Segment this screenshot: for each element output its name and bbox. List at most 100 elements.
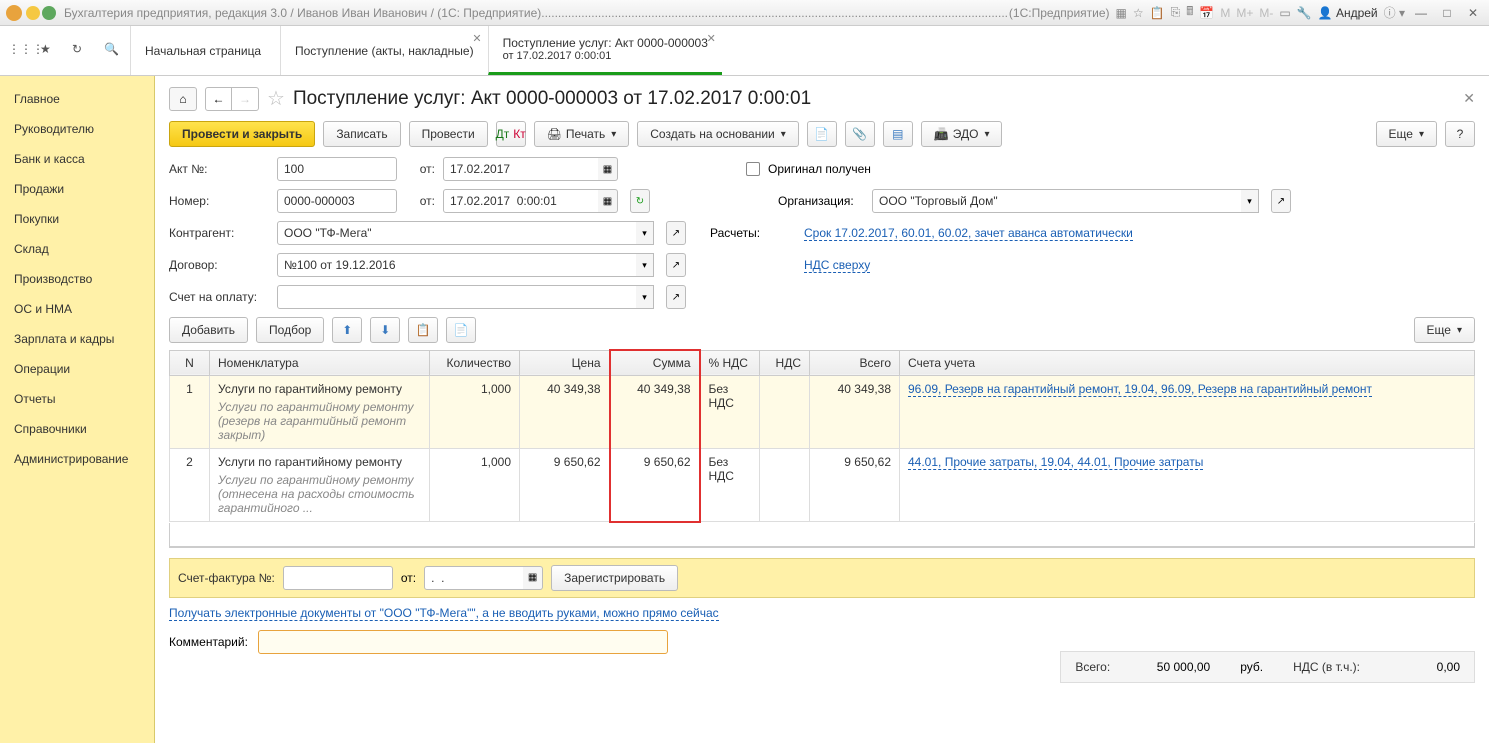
nav-production[interactable]: Производство xyxy=(0,264,154,294)
win-close-button[interactable]: ✕ xyxy=(1463,6,1483,20)
tb-icon-cal[interactable]: 📅 xyxy=(1199,6,1214,20)
schet-input[interactable] xyxy=(277,285,637,309)
page-close-button[interactable]: ✕ xyxy=(1463,90,1475,107)
schet-open-icon[interactable]: ↗ xyxy=(666,285,686,309)
number-input[interactable] xyxy=(277,189,397,213)
sf-number-input[interactable] xyxy=(283,566,393,590)
nav-fwd-icon[interactable] xyxy=(42,6,56,20)
edoc-link[interactable]: Получать электронные документы от "ООО "… xyxy=(169,606,719,621)
th-nomen[interactable]: Номенклатура xyxy=(210,350,430,376)
win-max-button[interactable]: □ xyxy=(1437,6,1457,20)
nav-reports[interactable]: Отчеты xyxy=(0,384,154,414)
nav-sales[interactable]: Продажи xyxy=(0,174,154,204)
mem-m[interactable]: M xyxy=(1220,6,1230,20)
sf-date-input[interactable] xyxy=(424,566,524,590)
th-pctnds[interactable]: % НДС xyxy=(700,350,760,376)
akt-date-calendar-icon[interactable]: ▦ xyxy=(598,157,618,181)
history-icon[interactable]: ↻ xyxy=(72,42,90,60)
doc-info-button[interactable]: ▤ xyxy=(883,121,913,147)
nav-bank[interactable]: Банк и касса xyxy=(0,144,154,174)
th-price[interactable]: Цена xyxy=(520,350,610,376)
win-min-button[interactable]: — xyxy=(1411,6,1431,20)
nav-salary[interactable]: Зарплата и кадры xyxy=(0,324,154,354)
favorite-star-icon[interactable]: ☆ xyxy=(267,86,285,111)
number-refresh-icon[interactable]: ↻ xyxy=(630,189,650,213)
dogovor-dropdown-icon[interactable]: ▾ xyxy=(636,253,654,277)
dogovor-open-icon[interactable]: ↗ xyxy=(666,253,686,277)
nav-admin[interactable]: Администрирование xyxy=(0,444,154,474)
more-button[interactable]: Еще ▾ xyxy=(1376,121,1437,147)
tb-icon-panes[interactable]: ▭ xyxy=(1279,6,1290,20)
tb-icon-tool[interactable]: 🔧 xyxy=(1297,6,1312,20)
tb-icon-4[interactable]: ⎘ xyxy=(1171,5,1181,20)
tb-icon-info[interactable]: ⓘ ▾ xyxy=(1384,4,1405,21)
register-button[interactable]: Зарегистрировать xyxy=(551,565,678,591)
number-date-input[interactable] xyxy=(443,189,599,213)
tab-home[interactable]: Начальная страница xyxy=(130,26,280,75)
apps-icon[interactable]: ⋮⋮⋮ xyxy=(8,42,26,60)
table-more-button[interactable]: Еще ▾ xyxy=(1414,317,1475,343)
post-button[interactable]: Провести xyxy=(409,121,488,147)
akt-input[interactable] xyxy=(277,157,397,181)
th-n[interactable]: N xyxy=(170,350,210,376)
favorite-icon[interactable]: ★ xyxy=(40,42,58,60)
th-total[interactable]: Всего xyxy=(810,350,900,376)
tab-receipts-close-icon[interactable]: ✕ xyxy=(472,32,481,45)
attach-list-button[interactable]: 📄 xyxy=(807,121,837,147)
org-open-icon[interactable]: ↗ xyxy=(1271,189,1291,213)
org-input[interactable] xyxy=(872,189,1242,213)
original-checkbox[interactable] xyxy=(746,162,760,176)
comment-input[interactable] xyxy=(258,630,668,654)
attach-clip-button[interactable]: 📎 xyxy=(845,121,875,147)
nav-operations[interactable]: Операции xyxy=(0,354,154,384)
print-button[interactable]: 🖨 Печать ▾ xyxy=(534,121,630,147)
table-row[interactable]: 1 Услуги по гарантийному ремонту Услуги … xyxy=(170,376,1475,449)
th-nds[interactable]: НДС xyxy=(760,350,810,376)
search-icon[interactable]: 🔍 xyxy=(104,42,122,60)
edo-button[interactable]: 📠 ЭДО ▾ xyxy=(921,121,1003,147)
th-sum[interactable]: Сумма xyxy=(610,350,700,376)
org-dropdown-icon[interactable]: ▾ xyxy=(1241,189,1259,213)
home-button[interactable]: ⌂ xyxy=(169,87,197,111)
tb-icon-2[interactable]: ☆ xyxy=(1133,6,1144,20)
accounts-link[interactable]: 44.01, Прочие затраты, 19.04, 44.01, Про… xyxy=(908,455,1203,470)
move-down-button[interactable]: ⬇ xyxy=(370,317,400,343)
mem-mplus[interactable]: M+ xyxy=(1236,6,1253,20)
table-row[interactable]: 2 Услуги по гарантийному ремонту Услуги … xyxy=(170,449,1475,522)
nds-link[interactable]: НДС сверху xyxy=(804,258,870,273)
nav-manager[interactable]: Руководителю xyxy=(0,114,154,144)
tb-icon-calc[interactable]: 🖩 xyxy=(1186,2,1193,23)
paste-button[interactable]: 📄 xyxy=(446,317,476,343)
nav-warehouse[interactable]: Склад xyxy=(0,234,154,264)
nav-main[interactable]: Главное xyxy=(0,84,154,114)
current-user[interactable]: 👤 Андрей xyxy=(1318,6,1378,20)
raschety-link[interactable]: Срок 17.02.2017, 60.01, 60.02, зачет ава… xyxy=(804,226,1133,241)
help-button[interactable]: ? xyxy=(1445,121,1475,147)
contragent-input[interactable] xyxy=(277,221,637,245)
create-based-button[interactable]: Создать на основании ▾ xyxy=(637,121,799,147)
nav-purchases[interactable]: Покупки xyxy=(0,204,154,234)
post-and-close-button[interactable]: Провести и закрыть xyxy=(169,121,315,147)
tab-document[interactable]: Поступление услуг: Акт 0000-000003 от 17… xyxy=(488,26,722,75)
nav-next-button[interactable]: → xyxy=(232,88,258,110)
contragent-open-icon[interactable]: ↗ xyxy=(666,221,686,245)
contragent-dropdown-icon[interactable]: ▾ xyxy=(636,221,654,245)
move-up-button[interactable]: ⬆ xyxy=(332,317,362,343)
accounts-link[interactable]: 96.09, Резерв на гарантийный ремонт, 19.… xyxy=(908,382,1372,397)
add-row-button[interactable]: Добавить xyxy=(169,317,248,343)
schet-dropdown-icon[interactable]: ▾ xyxy=(636,285,654,309)
th-accounts[interactable]: Счета учета xyxy=(900,350,1475,376)
akt-date-input[interactable] xyxy=(443,157,599,181)
nav-catalogs[interactable]: Справочники xyxy=(0,414,154,444)
tb-icon-1[interactable]: ▦ xyxy=(1116,6,1127,20)
mem-mminus[interactable]: M- xyxy=(1259,6,1273,20)
tb-icon-3[interactable]: 📋 xyxy=(1150,6,1165,20)
tab-receipts[interactable]: Поступление (акты, накладные) ✕ xyxy=(280,26,488,75)
select-button[interactable]: Подбор xyxy=(256,317,324,343)
sf-calendar-icon[interactable]: ▦ xyxy=(523,566,543,590)
tab-document-close-icon[interactable]: ✕ xyxy=(707,32,716,45)
number-date-calendar-icon[interactable]: ▦ xyxy=(598,189,618,213)
nav-prev-button[interactable]: ← xyxy=(206,88,232,110)
dogovor-input[interactable] xyxy=(277,253,637,277)
nav-assets[interactable]: ОС и НМА xyxy=(0,294,154,324)
